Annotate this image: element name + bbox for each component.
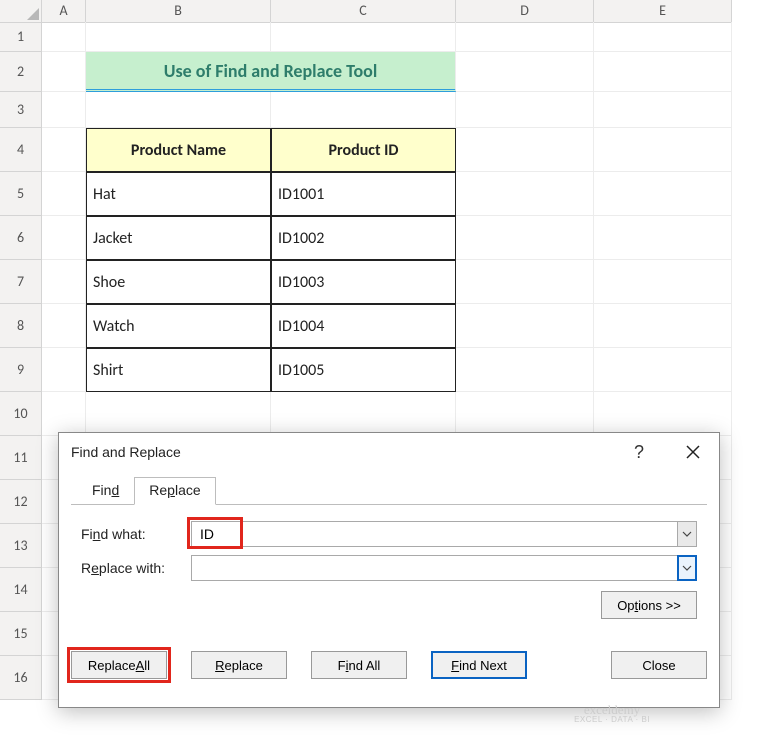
cell[interactable] <box>594 216 732 260</box>
cell[interactable] <box>42 52 86 92</box>
table-cell[interactable]: ID1003 <box>271 260 456 304</box>
options-button[interactable]: Options >> <box>601 591 697 619</box>
cell[interactable] <box>271 22 456 52</box>
select-all-corner[interactable] <box>0 0 42 23</box>
cell[interactable] <box>594 348 732 392</box>
close-icon[interactable] <box>679 441 707 463</box>
cell[interactable] <box>594 172 732 216</box>
cell[interactable] <box>42 92 86 128</box>
col-header-C[interactable]: C <box>271 0 456 23</box>
table-cell[interactable]: ID1005 <box>271 348 456 392</box>
cell[interactable] <box>42 22 86 52</box>
cell[interactable] <box>42 128 86 172</box>
table-cell[interactable]: ID1002 <box>271 216 456 260</box>
table-cell[interactable]: ID1004 <box>271 304 456 348</box>
row-header-1[interactable]: 1 <box>0 22 42 52</box>
find-replace-dialog: Find and Replace ? Find Find Replace Rep… <box>58 432 720 708</box>
row-header-5[interactable]: 5 <box>0 172 42 216</box>
find-next-button[interactable]: Find Next <box>431 651 527 679</box>
table-cell[interactable]: Watch <box>86 304 271 348</box>
table-cell[interactable]: ID1001 <box>271 172 456 216</box>
cell[interactable] <box>42 348 86 392</box>
cell[interactable] <box>456 128 594 172</box>
replace-with-label: Replace with: <box>81 560 191 576</box>
cell[interactable] <box>456 172 594 216</box>
cell[interactable] <box>594 22 732 52</box>
cell[interactable] <box>594 304 732 348</box>
cell[interactable] <box>86 22 271 52</box>
row-header-7[interactable]: 7 <box>0 260 42 304</box>
replace-button[interactable]: Replace <box>191 651 287 679</box>
cell[interactable] <box>42 304 86 348</box>
find-all-button[interactable]: Find All <box>311 651 407 679</box>
col-header-D[interactable]: D <box>456 0 594 23</box>
replace-dropdown-icon[interactable] <box>677 555 697 581</box>
table-cell[interactable]: Hat <box>86 172 271 216</box>
tab-find[interactable]: Find Find <box>77 477 134 505</box>
row-header-12[interactable]: 12 <box>0 480 42 524</box>
table-cell[interactable]: Shirt <box>86 348 271 392</box>
cell[interactable] <box>42 392 86 436</box>
tab-replace[interactable]: Replace Replace <box>134 477 215 505</box>
cell[interactable] <box>456 92 594 128</box>
row-header-8[interactable]: 8 <box>0 304 42 348</box>
row-header-13[interactable]: 13 <box>0 524 42 568</box>
row-header-11[interactable]: 11 <box>0 436 42 480</box>
table-cell[interactable]: Jacket <box>86 216 271 260</box>
cell[interactable] <box>594 392 732 436</box>
row-header-16[interactable]: 16 <box>0 656 42 700</box>
cell[interactable] <box>86 92 271 128</box>
highlight-annotation <box>67 647 171 683</box>
cell[interactable] <box>456 348 594 392</box>
cell[interactable] <box>456 216 594 260</box>
find-what-input[interactable] <box>191 521 697 547</box>
dialog-title: Find and Replace <box>71 444 181 460</box>
row-header-14[interactable]: 14 <box>0 568 42 612</box>
help-icon[interactable]: ? <box>625 441 653 463</box>
row-header-4[interactable]: 4 <box>0 128 42 172</box>
cell[interactable] <box>594 128 732 172</box>
cell[interactable] <box>42 260 86 304</box>
row-header-3[interactable]: 3 <box>0 92 42 128</box>
cell[interactable] <box>456 22 594 52</box>
cell[interactable] <box>86 392 271 436</box>
cell[interactable] <box>456 392 594 436</box>
cell[interactable] <box>42 172 86 216</box>
col-header-A[interactable]: A <box>42 0 86 23</box>
row-header-9[interactable]: 9 <box>0 348 42 392</box>
find-what-label: Find what: <box>81 526 191 542</box>
close-button[interactable]: Close <box>611 651 707 679</box>
col-header-E[interactable]: E <box>594 0 732 23</box>
cell[interactable] <box>271 92 456 128</box>
col-header-B[interactable]: B <box>86 0 271 23</box>
table-cell[interactable]: Shoe <box>86 260 271 304</box>
cell[interactable] <box>456 304 594 348</box>
cell[interactable] <box>594 260 732 304</box>
row-header-6[interactable]: 6 <box>0 216 42 260</box>
cell[interactable] <box>456 260 594 304</box>
table-header[interactable]: Product ID <box>271 128 456 172</box>
replace-with-input[interactable] <box>191 555 697 581</box>
find-dropdown-icon[interactable] <box>677 521 697 547</box>
row-header-10[interactable]: 10 <box>0 392 42 436</box>
cell[interactable] <box>594 92 732 128</box>
row-header-2[interactable]: 2 <box>0 52 42 92</box>
sheet-title[interactable]: Use of Find and Replace Tool <box>86 52 456 92</box>
cell[interactable] <box>42 216 86 260</box>
cell[interactable] <box>594 52 732 92</box>
cell[interactable] <box>456 52 594 92</box>
cell[interactable] <box>271 392 456 436</box>
row-header-15[interactable]: 15 <box>0 612 42 656</box>
highlight-annotation <box>187 517 243 549</box>
table-header[interactable]: Product Name <box>86 128 271 172</box>
